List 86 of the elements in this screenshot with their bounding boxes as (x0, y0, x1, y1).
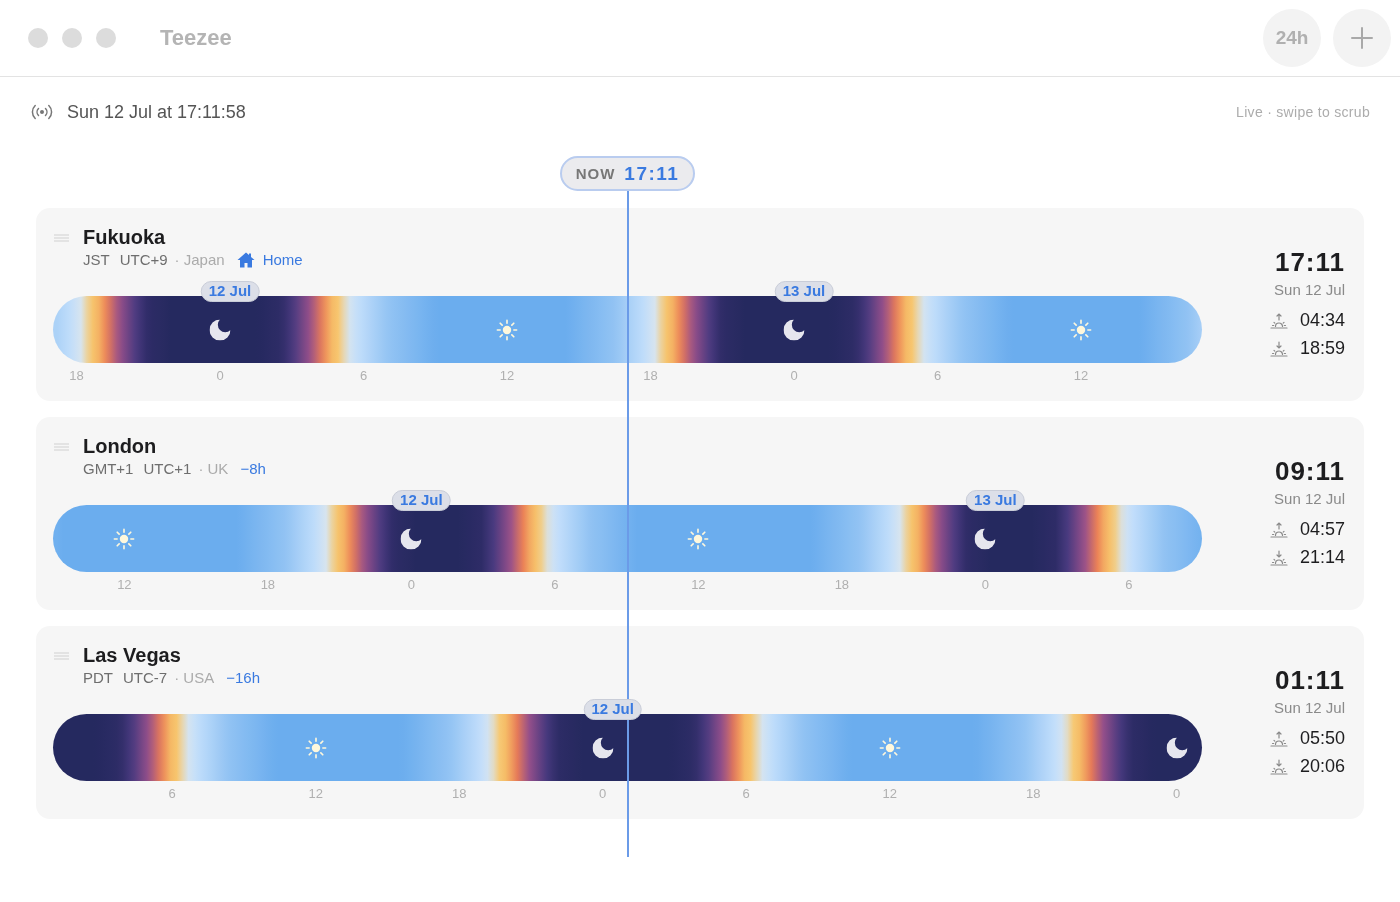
close-window-button[interactable] (28, 28, 48, 48)
moon-icon (974, 528, 996, 549)
sun-icon (496, 318, 519, 341)
home-label: Home (262, 250, 303, 270)
country-name: · USA (174, 668, 215, 688)
hour-tick-label: 6 (1125, 577, 1133, 593)
hour-tick-label: 18 (834, 577, 850, 593)
time-difference: −16h (226, 668, 260, 688)
hour-tick-label: 12 (499, 368, 515, 384)
sun-icon (1070, 318, 1093, 341)
house-icon (236, 251, 255, 268)
hour-tick-label: 12 (117, 577, 132, 593)
sunset-time: 20:06 (1299, 756, 1345, 777)
local-date: Sun 12 Jul (1274, 488, 1345, 509)
window-title: Teezee (160, 25, 232, 51)
country-name: · Japan (174, 250, 225, 270)
timezone-abbreviation: GMT+1 (83, 459, 134, 479)
hour-tick-label: 0 (599, 786, 607, 802)
date-badge: 12 Jul (200, 281, 260, 302)
sunrise-time: 05:50 (1299, 728, 1345, 749)
local-time: 17:11 (1274, 246, 1345, 277)
moon-icon (400, 528, 422, 549)
hour-tick-label: 0 (407, 577, 415, 593)
city-name: London (83, 434, 157, 458)
hour-tick-label: 12 (308, 786, 323, 802)
sunrise-time: 04:57 (1299, 519, 1345, 540)
sunset-time: 18:59 (1299, 338, 1345, 359)
utc-offset: UTC+9 (119, 250, 168, 270)
date-badge: 13 Jul (966, 490, 1025, 511)
sun-icon (878, 736, 901, 759)
sun-icon (304, 736, 327, 759)
local-time: 09:11 (1274, 455, 1345, 486)
hour-tick-label: 18 (643, 368, 658, 384)
moon-icon (783, 319, 805, 340)
hour-tick-label: 6 (168, 786, 176, 802)
hour-tick-label: 6 (742, 786, 750, 802)
hour-tick-label: 18 (260, 577, 276, 593)
sun-icon (113, 527, 136, 550)
hour-tick-label: 12 (882, 786, 897, 802)
hour-tick-label: 6 (551, 577, 559, 593)
city-name: Las Vegas (83, 643, 181, 667)
city-name: Fukuoka (83, 225, 166, 249)
zoom-window-button[interactable] (96, 28, 116, 48)
local-date: Sun 12 Jul (1274, 279, 1345, 300)
hour-tick-label: 0 (1173, 786, 1181, 802)
hour-tick-label: 6 (933, 368, 942, 384)
sunrise-time: 04:34 (1299, 310, 1345, 331)
sunrise-icon (1269, 312, 1288, 329)
hour-tick-label: 0 (790, 368, 798, 384)
hour-tick-label: 0 (981, 577, 989, 593)
moon-icon (592, 737, 614, 758)
sunrise-icon (1269, 730, 1288, 747)
utc-offset: UTC-7 (123, 668, 168, 688)
hour-tick-label: 12 (691, 577, 706, 593)
now-time: 17:11 (624, 162, 680, 185)
moon-icon (209, 319, 231, 340)
hour-tick-label: 12 (1073, 368, 1089, 384)
sunset-icon (1269, 340, 1288, 357)
broadcast-icon (30, 104, 54, 120)
hour-tick-label: 0 (216, 368, 224, 384)
plus-icon (1351, 27, 1373, 49)
timezone-abbreviation: PDT (83, 668, 113, 688)
local-time: 01:11 (1274, 664, 1345, 695)
country-name: · UK (198, 459, 229, 479)
24-hour-toggle-button[interactable]: 24h (1263, 9, 1321, 67)
minimize-window-button[interactable] (62, 28, 82, 48)
date-badge: 12 Jul (583, 699, 642, 720)
local-date: Sun 12 Jul (1274, 697, 1345, 718)
hour-tick-label: 18 (1025, 786, 1041, 802)
date-badge: 12 Jul (392, 490, 451, 511)
date-badge: 13 Jul (774, 281, 834, 302)
scrub-hint: Live · swipe to scrub (1236, 104, 1370, 120)
hour-tick-label: 6 (359, 368, 368, 384)
timezone-abbreviation: JST (83, 250, 110, 270)
hour-tick-label: 18 (451, 786, 467, 802)
utc-offset: UTC+1 (143, 459, 192, 479)
sunset-icon (1269, 758, 1288, 775)
current-datetime: Sun 12 Jul at 17:11:58 (67, 101, 246, 123)
sunrise-icon (1269, 521, 1288, 538)
now-label: NOW (575, 165, 616, 182)
hour-tick-label: 18 (69, 368, 84, 384)
sun-icon (687, 527, 710, 550)
sunset-icon (1269, 549, 1288, 566)
sunset-time: 21:14 (1299, 547, 1345, 568)
moon-icon (1166, 737, 1188, 758)
time-difference: −8h (240, 459, 266, 479)
